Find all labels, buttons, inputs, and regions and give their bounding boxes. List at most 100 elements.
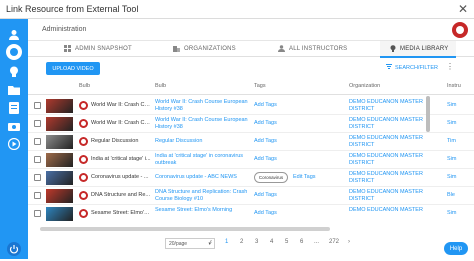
bulb-title-link[interactable]: Sesame Street: Elmo's Morning xyxy=(155,207,250,214)
bulb-logo-icon xyxy=(79,155,88,164)
filter-lines-icon xyxy=(386,64,392,71)
add-tags-link[interactable]: Add Tags xyxy=(254,192,277,198)
bulb-logo-icon xyxy=(79,209,88,218)
video-thumbnail[interactable] xyxy=(46,135,73,149)
instructor-link[interactable]: Ble xyxy=(447,192,455,198)
add-tags-link[interactable]: Add Tags xyxy=(254,120,277,126)
tab-media-library[interactable]: MEDIA LIBRARY xyxy=(380,41,456,58)
organization-link[interactable]: DEMO EDUCANON MASTER DISTRICT xyxy=(349,153,439,167)
table-row[interactable]: DNA Structure and Re... DNA Structure an… xyxy=(28,187,474,205)
breadcrumb: Administration xyxy=(42,26,87,33)
page-header: Administration xyxy=(28,19,474,41)
horizontal-scrollbar[interactable] xyxy=(40,227,330,231)
page-3[interactable]: 3 xyxy=(255,239,258,245)
bulb-title-link[interactable]: World War II: Crash Course European Hist… xyxy=(155,117,250,131)
page-2[interactable]: 2 xyxy=(240,239,243,245)
page-last[interactable]: 272 xyxy=(329,239,339,245)
document-icon[interactable] xyxy=(7,101,21,115)
video-thumbnail[interactable] xyxy=(46,153,73,167)
building-icon xyxy=(173,45,180,54)
row-checkbox[interactable] xyxy=(34,102,41,109)
column-header-organization[interactable]: Organization xyxy=(349,83,380,89)
user-icon[interactable] xyxy=(7,28,21,42)
vertical-scrollbar[interactable] xyxy=(426,96,430,132)
close-icon[interactable]: ✕ xyxy=(458,2,468,16)
pagination: 20/page ▾ ‹ 1 2 3 4 5 6 ... 272 › xyxy=(28,234,474,254)
column-header-bulb[interactable]: Bulb xyxy=(79,83,90,89)
tab-organizations[interactable]: ORGANIZATIONS xyxy=(173,41,263,57)
toolbar: UPLOAD VIDEO SEARCH/FILTER ⋮ xyxy=(28,57,474,79)
column-header-instructor[interactable]: Instru xyxy=(447,83,461,89)
organization-link[interactable]: DEMO EDUCANON MASTER DISTRICT xyxy=(349,189,439,203)
add-tags-link[interactable]: Add Tags xyxy=(254,210,277,216)
table-row[interactable]: India at 'critical stage' i... India at … xyxy=(28,151,474,169)
bulb-title-link[interactable]: India at 'critical stage' in coronavirus… xyxy=(155,153,250,167)
per-page-select[interactable]: 20/page ▾ xyxy=(165,238,215,249)
help-button[interactable]: Help xyxy=(444,242,468,255)
tab-all-instructors[interactable]: ALL INSTRUCTORS xyxy=(278,41,368,57)
edit-tags-link[interactable]: Edit Tags xyxy=(293,174,316,180)
row-checkbox[interactable] xyxy=(34,210,41,217)
video-thumbnail[interactable] xyxy=(46,117,73,131)
row-checkbox[interactable] xyxy=(34,156,41,163)
table-row[interactable]: Sesame Street: Elmo's... Sesame Street: … xyxy=(28,205,474,223)
bulb-title-link[interactable]: Regular Discussion xyxy=(155,138,250,145)
add-tags-link[interactable]: Add Tags xyxy=(254,102,277,108)
dialog-title-bar: Link Resource from External Tool ✕ xyxy=(0,0,474,19)
row-checkbox[interactable] xyxy=(34,192,41,199)
video-thumbnail[interactable] xyxy=(46,99,73,113)
page-1[interactable]: 1 xyxy=(225,239,228,245)
bulb-title-link[interactable]: World War II: Crash Course European Hist… xyxy=(155,99,250,113)
bulb-name: World War II: Crash Co... xyxy=(91,102,151,108)
instructor-link[interactable]: Tim xyxy=(447,138,456,144)
table-row[interactable]: World War II: Crash Co... World War II: … xyxy=(28,97,474,115)
bulb-logo-icon xyxy=(79,101,88,110)
tag-chip[interactable]: Coronavirus xyxy=(254,172,288,183)
folder-icon[interactable] xyxy=(7,83,21,97)
row-checkbox[interactable] xyxy=(34,120,41,127)
row-checkbox[interactable] xyxy=(34,174,41,181)
video-thumbnail[interactable] xyxy=(46,171,73,185)
dialog-title: Link Resource from External Tool xyxy=(6,4,139,14)
power-icon[interactable] xyxy=(7,242,21,256)
more-vertical-icon[interactable]: ⋮ xyxy=(446,62,454,71)
instructor-link[interactable]: Sim xyxy=(447,210,456,216)
video-thumbnail[interactable] xyxy=(46,207,73,221)
camera-icon[interactable] xyxy=(7,119,21,133)
add-tags-link[interactable]: Add Tags xyxy=(254,138,277,144)
page-5[interactable]: 5 xyxy=(285,239,288,245)
page-6[interactable]: 6 xyxy=(300,239,303,245)
instructor-link[interactable]: Sim xyxy=(447,102,456,108)
row-checkbox[interactable] xyxy=(34,138,41,145)
instructor-link[interactable]: Sim xyxy=(447,120,456,126)
page-4[interactable]: 4 xyxy=(270,239,273,245)
table-row[interactable]: Coronavirus update - ... Coronavirus upd… xyxy=(28,169,474,187)
page-ellipsis[interactable]: ... xyxy=(314,239,319,245)
video-thumbnail[interactable] xyxy=(46,189,73,203)
column-header-tags[interactable]: Tags xyxy=(254,83,266,89)
bulb-name: Sesame Street: Elmo's... xyxy=(91,210,151,216)
tab-admin-snapshot[interactable]: ADMIN SNAPSHOT xyxy=(64,41,154,57)
bulb-logo-icon xyxy=(79,119,88,128)
bulb-icon[interactable] xyxy=(7,65,21,79)
add-tags-link[interactable]: Add Tags xyxy=(254,156,277,162)
bulb-title-link[interactable]: DNA Structure and Replication: Crash Cou… xyxy=(155,189,250,203)
play-circle-icon[interactable] xyxy=(7,137,21,151)
next-page-button[interactable]: › xyxy=(348,239,350,245)
person-icon xyxy=(278,44,285,54)
table-row[interactable]: World War II: Crash Co... World War II: … xyxy=(28,115,474,133)
bulb-title-link[interactable]: Coronavirus update - ABC NEWS xyxy=(155,174,250,181)
upload-video-button[interactable]: UPLOAD VIDEO xyxy=(46,62,100,75)
organization-link[interactable]: DEMO EDUCANON MASTER xyxy=(349,207,439,214)
organization-link[interactable]: DEMO EDUCANON MASTER DISTRICT xyxy=(349,135,439,149)
logo-nav-icon[interactable] xyxy=(6,44,22,60)
organization-link[interactable]: DEMO EDUCANON MASTER DISTRICT xyxy=(349,171,439,185)
bulb-name: World War II: Crash Co... xyxy=(91,120,151,126)
table-row[interactable]: Regular Discussion Regular Discussion Ad… xyxy=(28,133,474,151)
instructor-link[interactable]: Sim xyxy=(447,174,456,180)
grid-icon xyxy=(64,44,71,54)
search-filter-button[interactable]: SEARCH/FILTER xyxy=(386,64,438,71)
prev-page-button[interactable]: ‹ xyxy=(210,239,212,245)
instructor-link[interactable]: Sim xyxy=(447,156,456,162)
column-header-bulb-title[interactable]: Bulb xyxy=(155,83,166,89)
